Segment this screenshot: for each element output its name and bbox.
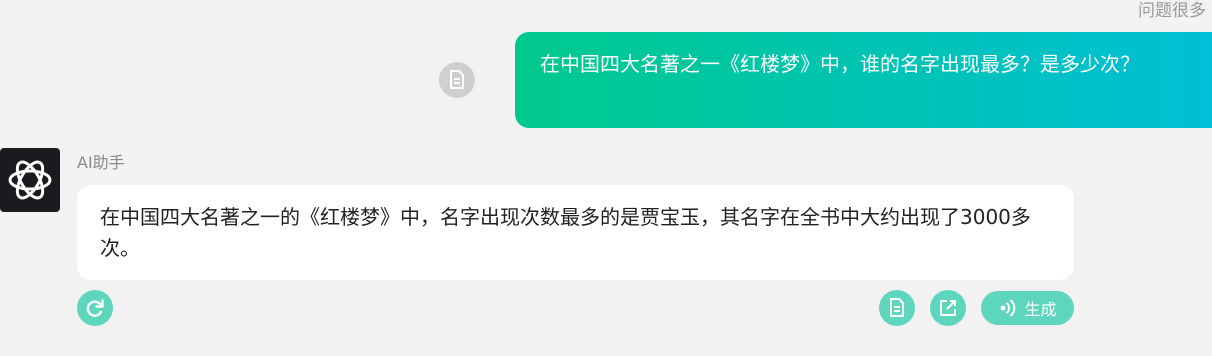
open-external-icon	[940, 300, 956, 316]
assistant-message-text: 在中国四大名著之一的《红楼梦》中，名字出现次数最多的是贾宝玉，其名字在全书中大约…	[100, 205, 1031, 260]
refresh-icon	[86, 299, 104, 317]
document-button[interactable]	[879, 290, 915, 326]
corner-label: 问题很多	[1138, 1, 1206, 21]
document-icon	[450, 70, 464, 89]
document-icon	[890, 298, 904, 317]
generate-button[interactable]: 生成	[981, 291, 1074, 325]
open-external-button[interactable]	[930, 290, 966, 326]
assistant-message-bubble: 在中国四大名著之一的《红楼梦》中，名字出现次数最多的是贾宝玉，其名字在全书中大约…	[77, 185, 1074, 280]
user-message-bubble: 在中国四大名著之一《红楼梦》中，谁的名字出现最多？是多少次？	[515, 32, 1212, 128]
openai-logo-icon	[8, 160, 52, 200]
assistant-avatar	[0, 148, 60, 212]
user-message-doc-button[interactable]	[439, 62, 475, 98]
assistant-name: AI助手	[77, 153, 125, 172]
voice-wave-icon	[1001, 299, 1016, 317]
generate-label: 生成	[1024, 300, 1057, 319]
regenerate-button[interactable]	[77, 290, 113, 326]
user-message-text: 在中国四大名著之一《红楼梦》中，谁的名字出现最多？是多少次？	[540, 52, 1140, 76]
